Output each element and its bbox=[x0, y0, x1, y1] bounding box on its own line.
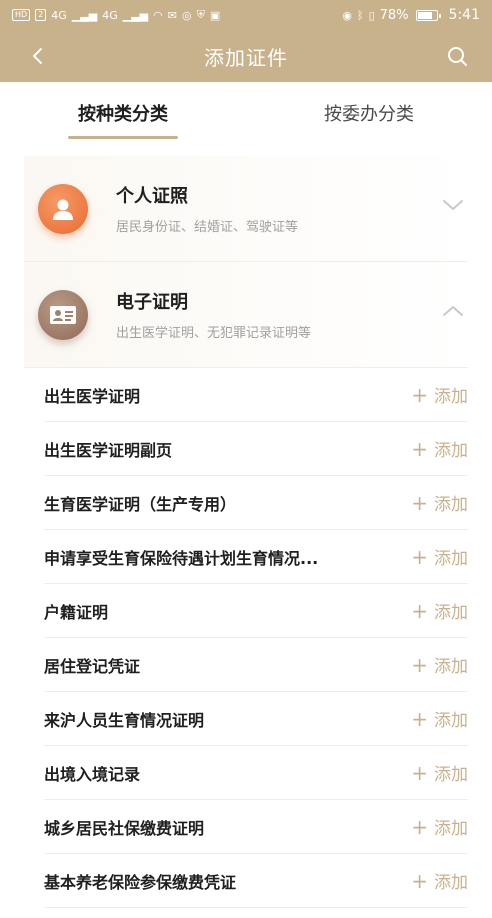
sim-badge: 2 bbox=[35, 9, 47, 21]
signal-4g-label-2: 4G bbox=[102, 8, 118, 22]
certificate-name: 出生医学证明副页 bbox=[44, 440, 173, 460]
search-icon[interactable] bbox=[446, 45, 468, 67]
group-title: 个人证照 bbox=[116, 186, 188, 207]
group-personal-certificates[interactable]: 个人证照 居民身份证、结婚证、驾驶证等 bbox=[24, 156, 468, 262]
clock: 5:41 bbox=[448, 7, 480, 23]
plus-icon: + bbox=[411, 436, 428, 461]
add-button-label: 添加 bbox=[434, 657, 468, 677]
add-button[interactable]: + 添加 bbox=[411, 382, 468, 408]
add-button-label: 添加 bbox=[434, 765, 468, 785]
add-button-label: 添加 bbox=[434, 711, 468, 731]
list-item: 居住登记凭证 + 添加 bbox=[44, 638, 468, 692]
group-title: 电子证明 bbox=[116, 292, 188, 313]
plus-icon: + bbox=[411, 544, 428, 569]
page-title: 添加证件 bbox=[204, 45, 288, 70]
tab-by-type-label: 按种类分类 bbox=[78, 104, 168, 125]
certificate-name: 申请享受生育保险待遇计划生育情况... bbox=[44, 548, 319, 568]
chevron-down-icon[interactable] bbox=[442, 198, 464, 212]
list-item: 户籍证明 + 添加 bbox=[44, 584, 468, 638]
app-notification-icon: ▣ bbox=[209, 8, 221, 22]
list-item: 基本养老保险参保缴费凭证 + 添加 bbox=[44, 854, 468, 908]
list-item: 来沪人员生育情况证明 + 添加 bbox=[44, 692, 468, 746]
add-button-label: 添加 bbox=[434, 873, 468, 893]
add-button-label: 添加 bbox=[434, 441, 468, 461]
shield-icon: ⛨ bbox=[196, 8, 205, 21]
id-card-icon bbox=[38, 289, 88, 340]
battery-percent: 78% bbox=[379, 7, 409, 23]
nav-bar: 添加证件 bbox=[0, 30, 492, 82]
chevron-up-icon[interactable] bbox=[442, 304, 464, 318]
person-icon bbox=[38, 183, 88, 234]
add-button[interactable]: + 添加 bbox=[411, 814, 468, 840]
plus-icon: + bbox=[411, 868, 428, 893]
active-tab-indicator bbox=[68, 136, 178, 139]
signal-4g-label-1: 4G bbox=[51, 8, 67, 22]
signal-icon: ▁▃▅ bbox=[122, 8, 149, 22]
plus-icon: + bbox=[411, 382, 428, 407]
plus-icon: + bbox=[411, 490, 428, 515]
eye-icon: ◉ bbox=[342, 8, 352, 22]
add-button[interactable]: + 添加 bbox=[411, 436, 468, 462]
add-button-label: 添加 bbox=[434, 603, 468, 623]
add-button-label: 添加 bbox=[434, 495, 468, 515]
vibrate-icon: ▯ bbox=[368, 8, 375, 22]
add-button-label: 添加 bbox=[434, 819, 468, 839]
add-button[interactable]: + 添加 bbox=[411, 544, 468, 570]
add-button[interactable]: + 添加 bbox=[411, 598, 468, 624]
certificate-name: 户籍证明 bbox=[44, 602, 109, 622]
certificate-name: 城乡居民社保缴费证明 bbox=[44, 818, 205, 838]
certificate-name: 来沪人员生育情况证明 bbox=[44, 710, 205, 730]
tab-by-department[interactable]: 按委办分类 bbox=[246, 82, 492, 156]
mail-icon: ✉ bbox=[167, 8, 177, 22]
plus-icon: + bbox=[411, 706, 428, 731]
list-item: 生育医学证明（生产专用） + 添加 bbox=[44, 476, 468, 530]
certificate-name: 生育医学证明（生产专用） bbox=[44, 494, 237, 514]
list-item: 城乡居民社保缴费证明 + 添加 bbox=[44, 800, 468, 854]
tab-by-type[interactable]: 按种类分类 bbox=[0, 82, 246, 156]
add-button[interactable]: + 添加 bbox=[411, 490, 468, 516]
group-electronic-certificates[interactable]: 电子证明 出生医学证明、无犯罪记录证明等 bbox=[24, 262, 468, 368]
battery-icon bbox=[415, 9, 441, 21]
certificate-name: 出境入境记录 bbox=[44, 764, 141, 784]
plus-icon: + bbox=[411, 598, 428, 623]
plus-icon: + bbox=[411, 652, 428, 677]
list-item: 出境入境记录 + 添加 bbox=[44, 746, 468, 800]
category-tabs: 按种类分类 按委办分类 bbox=[0, 82, 492, 156]
add-button-label: 添加 bbox=[434, 549, 468, 569]
id-card-glyph bbox=[50, 305, 76, 324]
list-item: 申请享受生育保险待遇计划生育情况... + 添加 bbox=[44, 530, 468, 584]
list-item: 出生医学证明 + 添加 bbox=[44, 368, 468, 422]
wifi-icon: ◠ bbox=[153, 8, 163, 22]
certificate-name: 基本养老保险参保缴费凭证 bbox=[44, 872, 237, 892]
plus-icon: + bbox=[411, 760, 428, 785]
add-button[interactable]: + 添加 bbox=[411, 760, 468, 786]
notification-icon: ◎ bbox=[181, 8, 192, 22]
tab-by-department-label: 按委办分类 bbox=[324, 104, 414, 125]
certificate-name: 居住登记凭证 bbox=[44, 656, 141, 676]
add-button-label: 添加 bbox=[434, 387, 468, 407]
status-left: HD 2 4G ▁▃▅ 4G ▁▃▅ ◠ ✉ ◎ ⛨ ▣ bbox=[12, 8, 220, 22]
person-glyph bbox=[53, 199, 73, 220]
status-bar: HD 2 4G ▁▃▅ 4G ▁▃▅ ◠ ✉ ◎ ⛨ ▣ ◉ ᛒ ▯ 78% 5… bbox=[0, 0, 492, 30]
group-description: 居民身份证、结婚证、驾驶证等 bbox=[116, 220, 299, 235]
add-button[interactable]: + 添加 bbox=[411, 868, 468, 894]
list-item: 出生医学证明副页 + 添加 bbox=[44, 422, 468, 476]
status-right: ◉ ᛒ ▯ 78% 5:41 bbox=[342, 7, 480, 23]
group-text: 个人证照 居民身份证、结婚证、驾驶证等 bbox=[116, 182, 298, 235]
battery-fill bbox=[417, 11, 432, 19]
add-button[interactable]: + 添加 bbox=[411, 706, 468, 732]
plus-icon: + bbox=[411, 814, 428, 839]
add-button[interactable]: + 添加 bbox=[411, 652, 468, 678]
certificate-list: 出生医学证明 + 添加 出生医学证明副页 + 添加 生育医学证明（生产专用） + 添加 申请享受生… bbox=[44, 368, 468, 908]
chevron-left-icon[interactable] bbox=[28, 46, 48, 66]
certificate-name: 出生医学证明 bbox=[44, 386, 141, 406]
group-description: 出生医学证明、无犯罪记录证明等 bbox=[116, 326, 312, 341]
hd-badge: HD bbox=[12, 9, 31, 21]
group-text: 电子证明 出生医学证明、无犯罪记录证明等 bbox=[116, 288, 311, 341]
signal-icon: ▁▃▅ bbox=[71, 8, 98, 22]
bluetooth-icon: ᛒ bbox=[356, 8, 364, 22]
